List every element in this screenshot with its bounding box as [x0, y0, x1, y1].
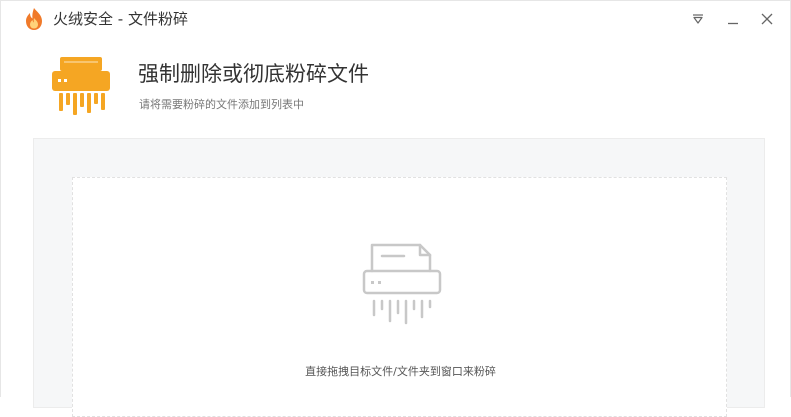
minimize-icon[interactable] — [721, 7, 745, 31]
shredder-outline-icon — [360, 239, 444, 325]
title-bar[interactable]: 火绒安全 - 文件粉碎 — [1, 1, 790, 37]
file-list-panel: 直接拖拽目标文件/文件夹到窗口来粉碎 — [33, 138, 765, 417]
window-title: 火绒安全 - 文件粉碎 — [53, 10, 188, 28]
huorong-flame-icon — [23, 7, 45, 31]
page-title: 强制删除或彻底粉碎文件 — [138, 62, 369, 86]
triangle-down-icon[interactable] — [686, 7, 710, 31]
file-drop-zone[interactable]: 直接拖拽目标文件/文件夹到窗口来粉碎 — [72, 177, 727, 417]
shredder-icon — [50, 55, 112, 117]
file-shredder-window: 火绒安全 - 文件粉碎 强制删除或彻底粉碎文件 请将需要粉碎的文件添加到列表中 … — [0, 0, 791, 417]
page-subtitle: 请将需要粉碎的文件添加到列表中 — [139, 98, 304, 111]
close-icon[interactable] — [755, 7, 779, 31]
drop-hint: 直接拖拽目标文件/文件夹到窗口来粉碎 — [305, 365, 496, 378]
